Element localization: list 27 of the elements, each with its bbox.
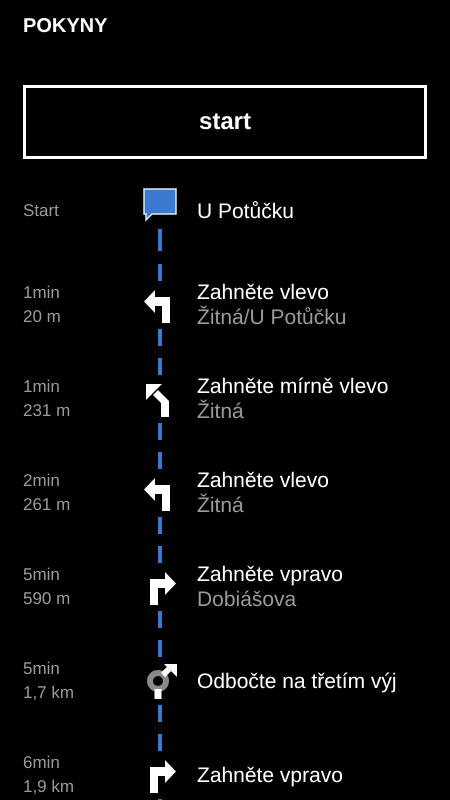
page-title: POKYNY bbox=[22, 14, 108, 39]
instruction: Zahněte vlevo bbox=[197, 468, 330, 493]
distance: 1,7 km bbox=[23, 682, 76, 704]
travel-time: 5min bbox=[23, 658, 61, 680]
instruction: Zahněte vlevo bbox=[197, 280, 330, 305]
distance: 1,9 km bbox=[23, 776, 76, 798]
street-name: Žitná bbox=[197, 493, 245, 518]
distance: 590 m bbox=[23, 588, 72, 610]
start-button[interactable]: start bbox=[23, 85, 427, 159]
travel-time: Start bbox=[23, 200, 60, 222]
flag-icon bbox=[143, 188, 177, 222]
distance: 261 m bbox=[23, 494, 72, 516]
instruction: Zahněte mírně vlevo bbox=[197, 374, 390, 399]
street-name: Žitná bbox=[197, 399, 245, 424]
instruction: Zahněte vpravo bbox=[197, 762, 344, 788]
instruction: Odbočte na třetím výj bbox=[197, 668, 398, 694]
travel-time: 1min bbox=[23, 376, 61, 398]
travel-time: 6min bbox=[23, 752, 61, 774]
travel-time: 2min bbox=[23, 470, 61, 492]
instruction: U Potůčku bbox=[197, 198, 295, 224]
street-name: Žitná/U Potůčku bbox=[197, 305, 348, 330]
distance: 20 m bbox=[23, 306, 62, 328]
distance: 231 m bbox=[23, 400, 72, 422]
travel-time: 1min bbox=[23, 282, 61, 304]
instruction: Zahněte vpravo bbox=[197, 562, 344, 587]
street-name: Dobiášova bbox=[197, 587, 298, 612]
travel-time: 5min bbox=[23, 564, 61, 586]
